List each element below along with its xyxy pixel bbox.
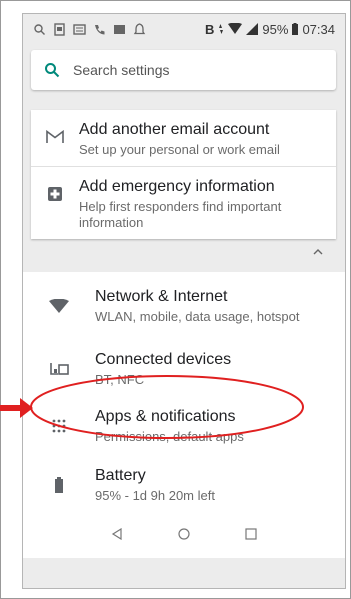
settings-item-connected-devices[interactable]: Connected devices BT, NFC	[23, 339, 345, 399]
suggestion-title: Add another email account	[79, 121, 270, 138]
settings-item-subtitle: BT, NFC	[95, 372, 145, 387]
notification-icons	[33, 22, 146, 36]
settings-item-title: Network & Internet	[95, 288, 228, 305]
settings-item-subtitle: WLAN, mobile, data usage, hotspot	[95, 309, 300, 324]
suggestion-add-email[interactable]: Add another email account Set up your pe…	[31, 110, 336, 166]
notification-bell-icon	[133, 22, 146, 34]
wifi-icon	[23, 299, 95, 313]
back-icon[interactable]	[111, 528, 123, 540]
notification-sim-icon	[73, 23, 86, 35]
settings-item-title: Connected devices	[95, 351, 232, 368]
notification-image-icon	[114, 24, 125, 34]
suggestions-collapse-row[interactable]	[23, 236, 345, 272]
notification-search-icon	[34, 23, 45, 35]
status-bar: B 95% 07:34	[23, 14, 345, 44]
suggestion-subtitle: Help first responders find important inf…	[79, 199, 282, 230]
search-placeholder: Search settings	[73, 62, 170, 78]
settings-item-apps-notifications[interactable]: Apps & notifications Permissions, defaul…	[23, 396, 345, 456]
settings-item-title: Apps & notifications	[95, 408, 236, 425]
gmail-icon	[31, 120, 79, 144]
suggestion-title: Add emergency information	[79, 178, 275, 195]
data-arrows-icon	[219, 24, 224, 34]
notification-screenshot-icon	[54, 22, 65, 36]
emergency-info-icon	[31, 177, 79, 201]
settings-item-subtitle: 95% - 1d 9h 20m left	[95, 488, 215, 503]
suggestions-card: Add another email account Set up your pe…	[31, 110, 336, 239]
battery-percent: 95%	[262, 21, 289, 37]
clock: 07:34	[302, 21, 335, 37]
battery-icon	[23, 477, 95, 493]
network-label: B	[205, 21, 215, 37]
search-settings-bar[interactable]: Search settings	[31, 50, 336, 90]
navigation-bar	[23, 514, 345, 554]
signal-icon	[246, 23, 259, 35]
notification-call-icon	[95, 24, 105, 34]
suggestion-emergency-info[interactable]: Add emergency information Help first res…	[31, 166, 336, 239]
apps-grid-icon	[23, 419, 95, 433]
wifi-status-icon	[228, 23, 243, 34]
arrow-annotation-icon	[0, 398, 33, 418]
settings-item-battery[interactable]: Battery 95% - 1d 9h 20m left	[23, 455, 345, 515]
system-status-icons: B 95% 07:34	[205, 22, 335, 37]
battery-status-icon	[292, 23, 299, 35]
suggestion-subtitle: Set up your personal or work email	[79, 142, 280, 157]
chevron-up-icon[interactable]	[313, 248, 323, 255]
connected-devices-icon	[23, 362, 95, 376]
settings-item-subtitle: Permissions, default apps	[95, 429, 244, 444]
phone-screen: B 95% 07:34 Search settings Add another …	[22, 13, 346, 589]
settings-item-network[interactable]: Network & Internet WLAN, mobile, data us…	[23, 276, 345, 336]
home-icon[interactable]	[178, 528, 190, 540]
recents-icon[interactable]	[245, 528, 257, 540]
search-icon	[31, 62, 73, 78]
settings-item-title: Battery	[95, 467, 146, 484]
